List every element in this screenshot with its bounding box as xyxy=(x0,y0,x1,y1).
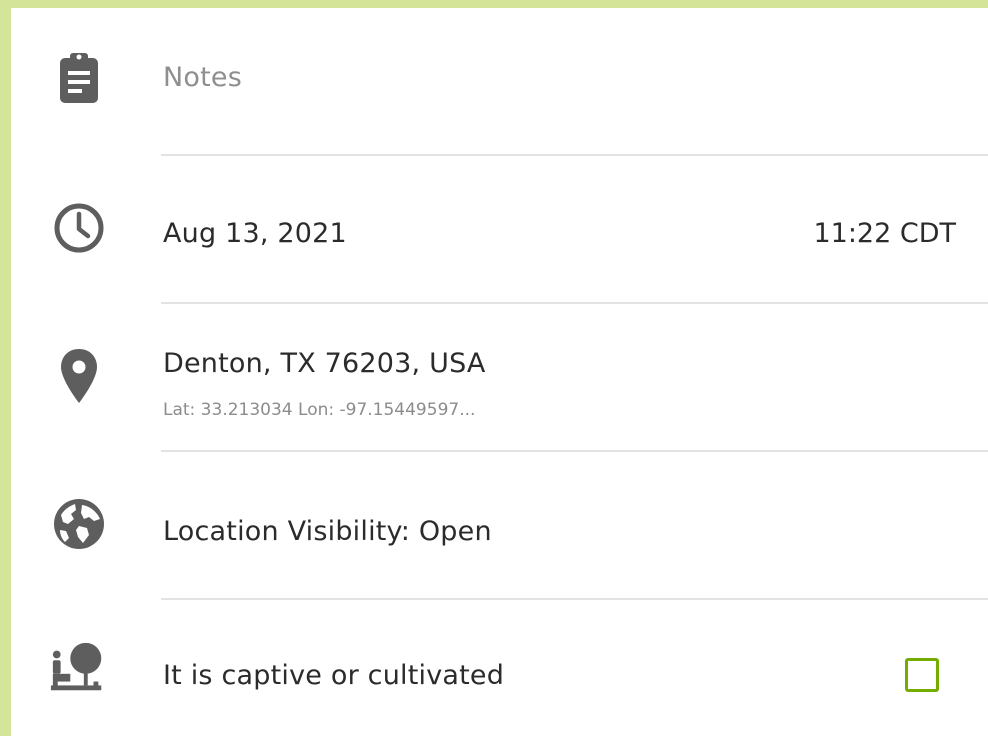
globe-icon xyxy=(49,494,109,554)
clock-icon xyxy=(49,198,109,258)
location-visibility[interactable]: Location Visibility: Open xyxy=(163,516,492,547)
captive-label: It is captive or cultivated xyxy=(163,660,505,691)
captive-cultivated-icon xyxy=(49,638,109,698)
observation-details-panel: Notes Aug 13, 2021 11:22 CDT Denton, TX … xyxy=(11,8,988,736)
captive-row[interactable]: It is captive or cultivated xyxy=(11,600,988,736)
observation-date[interactable]: Aug 13, 2021 xyxy=(163,218,347,249)
location-row[interactable]: Denton, TX 76203, USA Lat: 33.213034 Lon… xyxy=(11,304,988,450)
notes-placeholder[interactable]: Notes xyxy=(163,62,242,93)
visibility-row[interactable]: Location Visibility: Open xyxy=(11,452,988,598)
location-place[interactable]: Denton, TX 76203, USA xyxy=(163,348,486,379)
location-coordinates: Lat: 33.213034 Lon: -97.15449597... xyxy=(163,400,476,420)
observation-time[interactable]: 11:22 CDT xyxy=(813,218,956,249)
datetime-row[interactable]: Aug 13, 2021 11:22 CDT xyxy=(11,156,988,302)
captive-checkbox[interactable] xyxy=(905,658,939,692)
map-pin-icon xyxy=(49,346,109,406)
clipboard-icon xyxy=(49,48,109,108)
notes-row[interactable]: Notes xyxy=(11,8,988,156)
